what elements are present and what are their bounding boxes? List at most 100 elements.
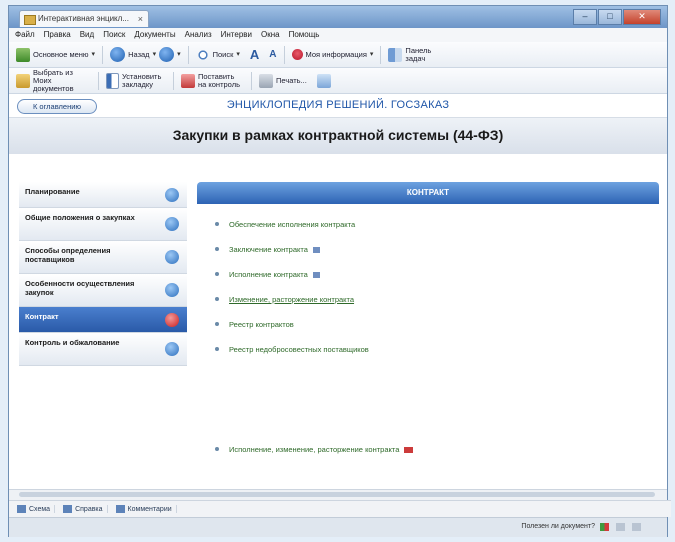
put-on-control-button[interactable]: Поставить на контроль (178, 72, 247, 90)
export-button[interactable] (314, 73, 334, 89)
list-item[interactable]: Исполнение контракта (215, 262, 659, 287)
title-bar: Интерактивная энцикл... × – □ ✕ (9, 6, 667, 28)
sidebar-item-supplier-methods[interactable]: Способы определения поставщиков (19, 241, 187, 274)
task-panel-icon (388, 47, 403, 62)
rating-icon[interactable] (600, 523, 609, 531)
scrollbar-thumb[interactable] (19, 492, 655, 497)
app-window: Интерактивная энцикл... × – □ ✕ Файл Пра… (8, 5, 671, 537)
list-item[interactable]: Изменение, расторжение контракта (215, 287, 659, 312)
bullet-icon (165, 283, 179, 297)
minimize-button[interactable]: – (573, 9, 597, 25)
select-from-my-documents-button[interactable]: Выбрать из Моих документов (13, 68, 94, 94)
heart-icon (291, 49, 303, 60)
menu-windows[interactable]: Окна (261, 28, 280, 42)
bullet-icon (165, 342, 179, 356)
list-item[interactable]: Исполнение, изменение, расторжение контр… (215, 437, 659, 462)
copy-icon[interactable] (616, 523, 625, 531)
toolbar-main: Основное меню ▾ Назад ▾ ▾ Поиск ▾ A A Мо… (9, 42, 667, 68)
tab-reference[interactable]: Справка (59, 505, 108, 513)
encyclopedia-title: ЭНЦИКЛОПЕДИЯ РЕШЕНИЙ. ГОСЗАКАЗ (226, 99, 450, 111)
tab-title: Интерактивная энцикл... (38, 14, 129, 23)
content-panel: КОНТРАКТ Обеспечение исполнения контракт… (197, 182, 659, 482)
sidebar-item-contract[interactable]: Контракт (19, 307, 187, 333)
toolbar-separator (380, 45, 382, 64)
my-info-button[interactable]: Моя информация ▾ (289, 48, 377, 61)
menu-view[interactable]: Вид (80, 28, 94, 42)
bullet-icon (215, 447, 219, 451)
toolbar-separator (251, 71, 252, 90)
print-button[interactable]: Печать... (256, 73, 310, 89)
resize-icon (632, 523, 641, 531)
screenshot-frame: Интерактивная энцикл... × – □ ✕ Файл Пра… (0, 0, 675, 542)
chevron-down-icon[interactable]: ▾ (370, 51, 374, 59)
document-link-icon[interactable] (404, 447, 414, 454)
search-icon (195, 47, 210, 62)
menu-bar: Файл Правка Вид Поиск Документы Анализ И… (9, 28, 667, 42)
toolbar-document: Выбрать из Моих документов Установить за… (9, 68, 667, 94)
content-list: Обеспечение исполнения контракта Заключе… (197, 204, 659, 462)
menu-interview[interactable]: Интерви (221, 28, 252, 42)
menu-documents[interactable]: Документы (134, 28, 175, 42)
page-header: Закупки в рамках контрактной системы (44… (9, 118, 667, 154)
search-button[interactable]: Поиск ▾ (193, 47, 243, 63)
sidebar-item-planning[interactable]: Планирование (19, 182, 187, 208)
list-item[interactable]: Обеспечение исполнения контракта (215, 212, 659, 237)
menu-search[interactable]: Поиск (103, 28, 125, 42)
font-larger-icon: A (249, 46, 260, 62)
horizontal-scrollbar[interactable] (9, 489, 667, 500)
chevron-down-icon[interactable]: ▾ (92, 51, 96, 59)
toolbar-separator (187, 45, 189, 64)
page-title: Закупки в рамках контрактной системы (44… (172, 127, 504, 143)
set-bookmark-button[interactable]: Установить закладку (103, 72, 169, 90)
list-item[interactable]: Реестр контрактов (215, 312, 659, 337)
list-item[interactable]: Реестр недобросовестных поставщиков (215, 337, 659, 362)
bullet-icon (215, 347, 219, 351)
back-nav-button[interactable]: Назад ▾ ▾ (107, 46, 184, 63)
main-area: Планирование Общие положения о закупках … (9, 154, 667, 489)
chevron-down-icon[interactable]: ▾ (177, 51, 181, 59)
sidebar-item-general-provisions[interactable]: Общие положения о закупках (19, 208, 187, 241)
main-menu-button[interactable]: Основное меню ▾ (13, 47, 98, 63)
folder-icon (16, 73, 30, 88)
bullet-icon (215, 222, 219, 226)
reference-icon (63, 505, 73, 513)
status-bar: Полезен ли документ? (9, 517, 667, 537)
back-arrow-icon (110, 47, 126, 62)
content-header: КОНТРАКТ (197, 182, 659, 204)
bullet-icon (215, 272, 219, 276)
back-to-contents-button[interactable]: К оглавлению (17, 99, 97, 114)
chevron-down-icon[interactable]: ▾ (153, 51, 157, 59)
chevron-down-icon[interactable]: ▾ (236, 51, 240, 59)
tab-scheme[interactable]: Схема (13, 505, 56, 513)
task-panel-button[interactable]: Панель задач (385, 46, 438, 64)
menu-analysis[interactable]: Анализ (185, 28, 212, 42)
bullet-icon (215, 247, 219, 251)
document-tab[interactable]: Интерактивная энцикл... × (19, 10, 149, 27)
font-larger-button[interactable]: A (247, 46, 262, 62)
tab-close-icon[interactable]: × (138, 11, 143, 27)
font-smaller-button[interactable]: A (266, 48, 279, 60)
sidebar-item-procurement-features[interactable]: Особенности осуществления закупок (19, 274, 187, 307)
tab-comments[interactable]: Комментарии (112, 505, 177, 513)
sidebar-item-control-appeal[interactable]: Контроль и обжалование (19, 333, 187, 366)
sidebar: Планирование Общие положения о закупках … (19, 182, 187, 366)
scheme-icon (17, 505, 26, 513)
document-link-icon[interactable] (312, 247, 320, 254)
bullet-icon (165, 217, 179, 231)
maximize-button[interactable]: □ (598, 9, 622, 25)
menu-edit[interactable]: Правка (44, 28, 71, 42)
window-controls: – □ ✕ (573, 9, 661, 25)
toolbar-separator (173, 71, 174, 90)
bullet-icon (215, 322, 219, 326)
list-item[interactable]: Заключение контракта (215, 237, 659, 262)
menu-help[interactable]: Помощь (289, 28, 320, 42)
document-icon (24, 15, 36, 25)
encyclopedia-bar: ЭНЦИКЛОПЕДИЯ РЕШЕНИЙ. ГОСЗАКАЗ К оглавле… (9, 94, 667, 118)
menu-file[interactable]: Файл (15, 28, 35, 42)
close-window-button[interactable]: ✕ (623, 9, 661, 25)
document-link-icon[interactable] (312, 272, 320, 279)
font-smaller-icon: A (269, 48, 277, 60)
bullet-icon (165, 250, 179, 264)
forward-arrow-icon[interactable] (159, 47, 175, 62)
